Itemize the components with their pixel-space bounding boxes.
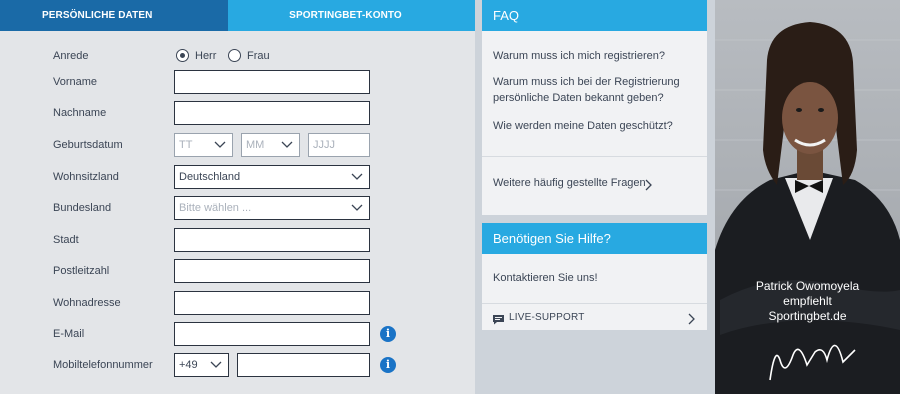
zip-label: Postleitzahl xyxy=(53,265,110,277)
help-title: Benötigen Sie Hilfe? xyxy=(482,223,707,254)
chat-icon xyxy=(492,312,505,325)
live-support-link[interactable]: LIVE-SUPPORT xyxy=(509,312,585,323)
first-name-row: Vorname xyxy=(0,70,475,94)
birth-day-placeholder: TT xyxy=(179,139,193,151)
faq-item[interactable]: Warum muss ich mich registrieren? xyxy=(493,48,698,64)
chevron-down-icon xyxy=(351,173,363,181)
endorsement-brand: Sportingbet.de xyxy=(768,309,847,323)
chevron-down-icon xyxy=(210,361,222,369)
last-name-label: Nachname xyxy=(53,107,107,119)
endorsement-name: Patrick Owomoyela xyxy=(755,279,860,293)
divider xyxy=(482,156,707,157)
chevron-down-icon xyxy=(351,204,363,212)
email-row: E-Mail i xyxy=(0,322,475,346)
endorsement-verb: empfiehlt xyxy=(783,294,832,308)
radio-frau-label: Frau xyxy=(247,50,270,62)
state-placeholder: Bitte wählen ... xyxy=(179,202,252,214)
zip-row: Postleitzahl xyxy=(0,259,475,283)
birth-year-input[interactable]: JJJJ xyxy=(308,133,370,157)
radio-herr-label: Herr xyxy=(195,50,217,62)
last-name-row: Nachname xyxy=(0,101,475,125)
ambassador-illustration xyxy=(715,22,900,394)
birth-month-select[interactable]: MM xyxy=(241,133,300,157)
birth-day-select[interactable]: TT xyxy=(174,133,233,157)
faq-item[interactable]: Warum muss ich bei der Registrierung per… xyxy=(493,74,698,106)
registration-steps: PERSÖNLICHE DATEN SPORTINGBET-KONTO xyxy=(0,0,475,31)
radio-herr[interactable] xyxy=(176,49,189,62)
birth-month-placeholder: MM xyxy=(246,139,265,151)
zip-input[interactable] xyxy=(174,259,370,283)
info-icon[interactable]: i xyxy=(380,326,396,342)
radio-frau[interactable] xyxy=(228,49,241,62)
address-row: Wohnadresse xyxy=(0,291,475,315)
country-row: Wohnsitzland Deutschland xyxy=(0,165,475,189)
mobile-prefix-value: +49 xyxy=(179,359,198,371)
info-icon[interactable]: i xyxy=(380,357,396,373)
country-label: Wohnsitzland xyxy=(53,171,119,183)
chevron-right-icon xyxy=(688,312,696,325)
more-faq-link[interactable]: Weitere häufig gestellte Fragen xyxy=(493,177,646,189)
state-row: Bundesland Bitte wählen ... xyxy=(0,196,475,220)
first-name-input[interactable] xyxy=(174,70,370,94)
country-value: Deutschland xyxy=(179,171,241,183)
faq-box: FAQ Warum muss ich mich registrieren? Wa… xyxy=(482,0,707,215)
country-select[interactable]: Deutschland xyxy=(174,165,370,189)
state-select[interactable]: Bitte wählen ... xyxy=(174,196,370,220)
step-personal-data: PERSÖNLICHE DATEN xyxy=(0,0,228,31)
endorsement-photo: Patrick Owomoyela empfiehlt Sportingbet.… xyxy=(715,0,900,394)
email-label: E-Mail xyxy=(53,328,85,340)
help-box: Benötigen Sie Hilfe? Kontaktieren Sie un… xyxy=(482,223,707,330)
state-label: Bundesland xyxy=(53,202,112,214)
faq-title: FAQ xyxy=(482,0,707,31)
mobile-row: Mobiltelefonnummer +49 i xyxy=(0,353,475,377)
email-input[interactable] xyxy=(174,322,370,346)
birthdate-label: Geburtsdatum xyxy=(53,139,123,151)
city-label: Stadt xyxy=(53,234,79,246)
salutation-label: Anrede xyxy=(53,50,89,62)
chevron-right-icon xyxy=(645,178,653,191)
divider xyxy=(482,303,707,304)
city-row: Stadt xyxy=(0,228,475,252)
chevron-down-icon xyxy=(281,141,293,149)
step-arrow xyxy=(214,0,228,30)
birthdate-row: Geburtsdatum TT MM JJJJ xyxy=(0,133,475,157)
faq-item[interactable]: Wie werden meine Daten geschützt? xyxy=(493,118,698,134)
address-input[interactable] xyxy=(174,291,370,315)
salutation-row: Anrede Herr Frau xyxy=(0,44,475,68)
chevron-down-icon xyxy=(214,141,226,149)
city-input[interactable] xyxy=(174,228,370,252)
mobile-input[interactable] xyxy=(237,353,370,377)
mobile-label: Mobiltelefonnummer xyxy=(53,359,153,371)
first-name-label: Vorname xyxy=(53,76,98,88)
registration-form: Anrede Herr Frau Vorname Nachname Geburt… xyxy=(0,31,475,394)
mobile-prefix-select[interactable]: +49 xyxy=(174,353,229,377)
address-label: Wohnadresse xyxy=(53,297,121,309)
last-name-input[interactable] xyxy=(174,101,370,125)
step-sportingbet-account: SPORTINGBET-KONTO xyxy=(289,10,402,21)
contact-link[interactable]: Kontaktieren Sie uns! xyxy=(493,272,598,284)
